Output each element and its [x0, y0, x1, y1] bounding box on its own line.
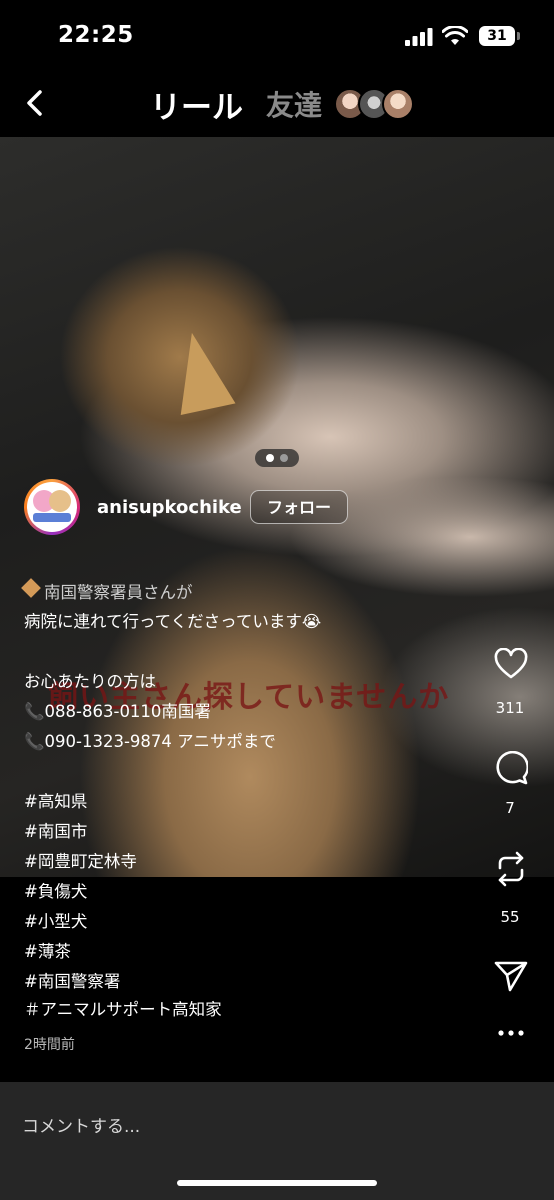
repost-count: 55 — [500, 908, 520, 926]
like-count: 311 — [495, 699, 525, 717]
wifi-icon — [442, 26, 468, 45]
status-bar: 22:25 31 — [0, 0, 554, 72]
hashtag[interactable]: #薄茶 — [24, 938, 71, 962]
hashtag[interactable]: #負傷犬 — [24, 878, 87, 902]
profile-avatar[interactable] — [24, 479, 80, 535]
comment-icon[interactable] — [494, 751, 528, 785]
hashtag[interactable]: ＃アニマルサポート高知家 — [24, 996, 222, 1020]
carousel-dots — [255, 449, 299, 467]
post-timestamp: 2時間前 — [24, 1037, 75, 1053]
hashtag[interactable]: #岡豊町定林寺 — [24, 848, 137, 872]
profile-avatar-image — [27, 482, 77, 532]
heart-icon[interactable] — [494, 648, 528, 680]
more-icon[interactable] — [497, 1028, 525, 1038]
battery-indicator: 31 — [479, 26, 520, 46]
hashtag[interactable]: #小型犬 — [24, 908, 87, 932]
status-time: 22:25 — [58, 22, 134, 48]
dog-ear — [164, 327, 236, 415]
tab-friends[interactable]: 友達 — [266, 84, 322, 124]
hashtag[interactable]: #南国警察署 — [24, 968, 120, 992]
comment-input[interactable]: コメントする... — [22, 1112, 140, 1137]
caption-line: 南国警察署員さんが — [44, 583, 193, 602]
friends-avatars[interactable] — [334, 88, 414, 120]
avatar — [382, 88, 414, 120]
hashtag[interactable]: #高知県 — [24, 788, 87, 812]
caption-phone[interactable]: 📞088-863-0110南国署 — [24, 698, 211, 722]
cellular-signal-icon — [405, 28, 433, 46]
page-title: リール — [150, 90, 243, 126]
account-username[interactable]: anisupkochike — [97, 497, 242, 518]
repost-icon[interactable] — [494, 851, 528, 887]
caption-phone[interactable]: 📞090-1323-9874 アニサポまで — [24, 728, 276, 752]
logo-banner-shape — [33, 513, 71, 522]
carousel-dot — [280, 454, 288, 462]
send-icon[interactable] — [494, 960, 528, 992]
follow-button[interactable]: フォロー — [250, 490, 348, 524]
logo-dog-shape — [49, 490, 71, 512]
hashtag[interactable]: #南国市 — [24, 818, 87, 842]
caption-line: 病院に連れて行ってくださっています😭 — [24, 612, 322, 631]
caption-line: お心あたりの方は — [24, 672, 156, 691]
comment-count: 7 — [505, 799, 515, 817]
home-indicator[interactable] — [177, 1180, 377, 1186]
back-chevron-icon[interactable] — [20, 86, 50, 120]
carousel-dot-active — [266, 454, 274, 462]
